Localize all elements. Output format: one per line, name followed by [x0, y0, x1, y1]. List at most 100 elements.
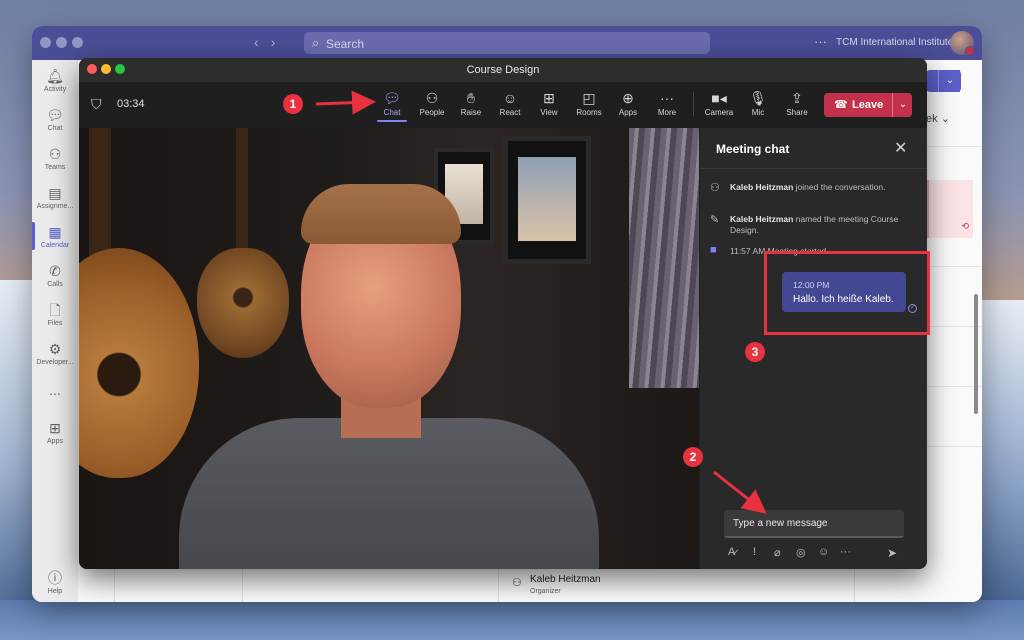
organization-name: TCM International Institute [836, 37, 954, 48]
rail-label: Apps [47, 438, 63, 445]
toolbar-apps-button[interactable]: ⊕ Apps [607, 90, 649, 117]
leave-label: Leave [852, 99, 884, 111]
view-label: ek [926, 113, 938, 125]
calendar-event[interactable]: ⟲ [926, 180, 973, 238]
send-icon[interactable]: ➤ [887, 546, 897, 560]
toolbar-label: Rooms [576, 108, 602, 117]
rail-label: Help [47, 588, 63, 595]
rail-item-help[interactable]: ⓘ Help [32, 570, 78, 595]
participant-video [79, 128, 699, 569]
more-icon: ... [49, 382, 61, 398]
chevron-down-icon: ⌄ [945, 75, 955, 86]
developer-icon: ⚙ [48, 341, 62, 357]
ellipsis-icon: ··· [660, 90, 674, 106]
week-view-dropdown[interactable]: ek ⌄ [926, 112, 950, 125]
status-badge [965, 46, 975, 56]
toolbar-divider [693, 92, 694, 116]
chat-icon: 💬︎ [383, 90, 401, 106]
annotation-number-1: 1 [283, 94, 303, 114]
scrollbar[interactable] [974, 294, 978, 414]
rail-item-apps[interactable]: ⊞ Apps [32, 420, 78, 445]
compose-placeholder: Type a new message [733, 518, 828, 529]
back-forward-arrows-icon[interactable]: ‹› [254, 34, 287, 50]
app-rail: 🔔︎ Activity 💬︎ Chat ⚇ Teams ▤ Assignme..… [32, 60, 78, 602]
rail-item-more[interactable]: ... [32, 382, 78, 398]
toolbar-label: Raise [460, 108, 482, 117]
toolbar-label: Apps [618, 108, 638, 117]
mandolin-neck [236, 128, 248, 256]
ellipsis-icon[interactable]: ··· [840, 546, 851, 558]
rail-item-files[interactable]: 🗋︎ Files [32, 302, 78, 327]
rail-item-activity[interactable]: 🔔︎ Activity [32, 68, 78, 93]
toolbar-label: Chat [383, 108, 401, 117]
system-message-name: Kaleb Heitzman [730, 182, 794, 192]
attach-icon[interactable]: ⌀ [774, 546, 781, 559]
rail-label: Calendar [40, 242, 70, 249]
rail-item-teams[interactable]: ⚇ Teams [32, 146, 78, 171]
rail-label: Assignme... [36, 203, 74, 210]
meeting-timer: 03:34 [117, 98, 145, 110]
photo [518, 157, 576, 241]
rail-item-calendar[interactable]: ▦ Calendar [32, 222, 78, 250]
toolbar-share-button[interactable]: ⇪ Share [776, 90, 818, 117]
format-icon[interactable]: A̷ [728, 546, 735, 558]
toolbar-view-button[interactable]: ⊞ View [528, 90, 570, 117]
meeting-title-bar: Course Design [79, 58, 927, 82]
rail-label: Teams [44, 164, 66, 171]
phone-icon: ✆ [49, 263, 61, 279]
plus-icon: ⊕ [622, 90, 634, 106]
camera-icon: ■◂ [711, 90, 727, 106]
new-meeting-dropdown[interactable]: ⌄ [938, 70, 961, 92]
minimize-window-dot[interactable] [56, 37, 67, 48]
leave-options-dropdown[interactable]: ⌄ [892, 93, 913, 117]
close-window-dot[interactable] [40, 37, 51, 48]
rail-item-developer[interactable]: ⚙ Developer... [32, 341, 78, 366]
toolbar-more-button[interactable]: ··· More [646, 90, 688, 117]
toolbar-rooms-button[interactable]: ◰ Rooms [568, 90, 610, 117]
close-icon[interactable]: ✕ [894, 138, 907, 158]
message-compose-input[interactable]: Type a new message [724, 510, 904, 538]
people-icon: ⚇ [425, 90, 439, 106]
zoom-window-dot[interactable] [72, 37, 83, 48]
rail-item-chat[interactable]: 💬︎ Chat [32, 107, 78, 132]
smiley-icon: ☺ [502, 90, 518, 106]
system-message-text: joined the conversation. [795, 182, 886, 192]
annotation-number-3: 3 [745, 342, 765, 362]
pencil-icon: ✎ [710, 214, 720, 226]
shield-icon[interactable]: ⛉ [91, 96, 102, 113]
rail-item-calls[interactable]: ✆ Calls [32, 263, 78, 288]
meeting-title: Course Design [466, 64, 540, 76]
help-icon: ⓘ [48, 570, 62, 586]
toolbar-chat-button[interactable]: 💬︎ Chat [371, 90, 413, 122]
rail-label: Files [47, 320, 63, 327]
toolbar-label: People [419, 108, 445, 117]
search-input[interactable]: ⌕ Search [304, 32, 710, 54]
toolbar-react-button[interactable]: ☺ React [489, 90, 531, 117]
mandolin [197, 248, 289, 358]
participant-hair [301, 184, 461, 244]
toolbar-camera-button[interactable]: ■◂ Camera [698, 90, 740, 117]
picture-frame [503, 136, 591, 264]
leave-button[interactable]: ☎︎ Leave ⌄ [824, 93, 912, 117]
desktop-wallpaper-bottom [0, 600, 1024, 640]
curtain [629, 128, 699, 388]
teams-title-bar: ‹› ⌕ Search ··· TCM International Instit… [32, 26, 982, 60]
emoji-icon[interactable]: ☺ [818, 546, 829, 558]
person-icon: ⚇ [512, 577, 522, 589]
loop-icon[interactable]: ◎ [796, 546, 806, 559]
organizer-name: Kaleb Heitzman [530, 574, 601, 585]
calendar-column-divider [498, 566, 499, 602]
more-options-icon[interactable]: ··· [814, 34, 827, 49]
toolbar-mic-button[interactable]: 🎙︎ Mic [737, 90, 779, 117]
rail-item-assignments[interactable]: ▤ Assignme... [32, 185, 78, 210]
calendar-gridline [926, 446, 982, 447]
calendar-icon: ▦ [48, 224, 62, 240]
toolbar-people-button[interactable]: ⚇ People [411, 90, 453, 117]
priority-icon[interactable]: ! [753, 546, 756, 558]
annotation-highlight-box [764, 251, 930, 335]
avatar[interactable] [950, 31, 975, 56]
toolbar-raise-button[interactable]: ✋︎ Raise [450, 90, 492, 117]
chevron-down-icon: ⌄ [940, 113, 950, 125]
mic-icon: 🎙︎ [749, 90, 767, 106]
chat-icon: 💬︎ [46, 107, 64, 123]
